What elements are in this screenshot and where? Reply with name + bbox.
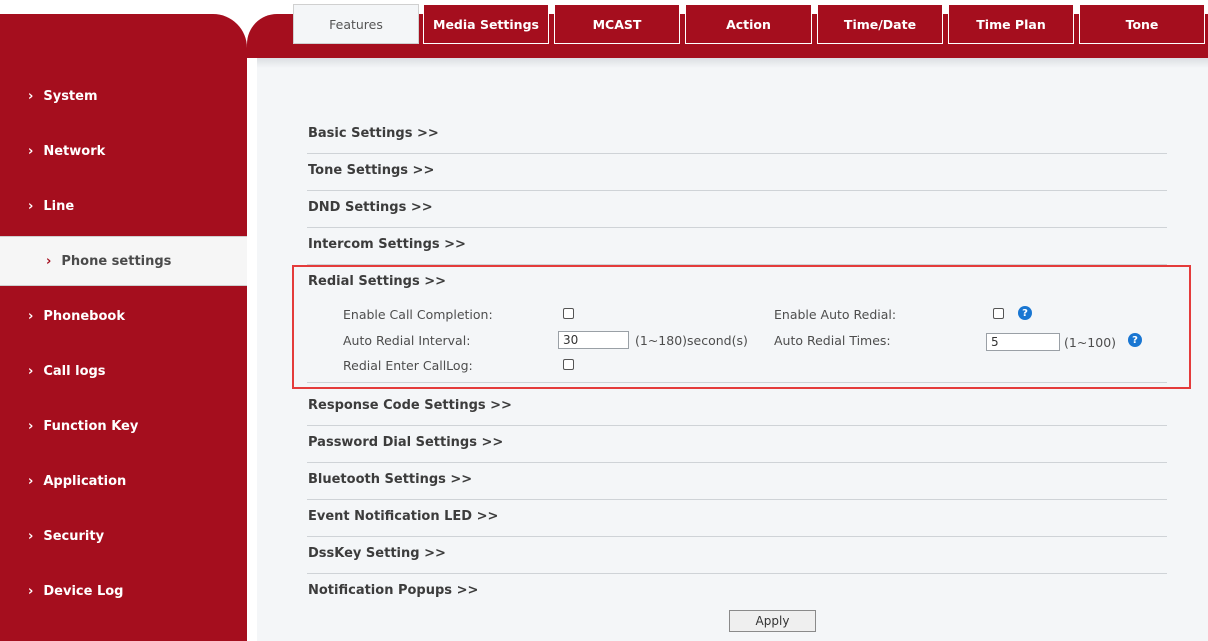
tab-label: Features bbox=[329, 16, 383, 32]
auto-redial-times-input[interactable] bbox=[986, 333, 1060, 351]
dsskey-setting-link[interactable]: DssKey Setting >> bbox=[308, 546, 446, 561]
auto-redial-times-hint: (1~100) bbox=[1064, 335, 1117, 350]
sidebar-item-label: Call logs bbox=[43, 363, 106, 379]
sidebar-item-label: Phone settings bbox=[61, 253, 172, 269]
section-event-notification-led: Event Notification LED >> bbox=[307, 501, 1167, 537]
chevron-right-icon: › bbox=[28, 308, 34, 324]
tab-media-settings[interactable]: Media Settings bbox=[423, 4, 549, 44]
sidebar: › System › Network › Line › Phone settin… bbox=[0, 14, 247, 641]
section-bluetooth-settings: Bluetooth Settings >> bbox=[307, 464, 1167, 500]
tab-label: Time/Date bbox=[843, 16, 917, 32]
tab-mcast[interactable]: MCAST bbox=[554, 4, 680, 44]
section-dsskey-setting: DssKey Setting >> bbox=[307, 538, 1167, 574]
enable-auto-redial-checkbox[interactable] bbox=[993, 308, 1004, 319]
chevron-right-icon: › bbox=[28, 143, 34, 159]
sidebar-item-label: Application bbox=[43, 473, 127, 489]
sidebar-item-label: Line bbox=[43, 198, 75, 214]
section-notification-popups: Notification Popups >> bbox=[307, 575, 1167, 611]
auto-redial-interval-hint: (1~180)second(s) bbox=[635, 333, 748, 348]
tab-label: Time Plan bbox=[976, 16, 1046, 32]
section-dnd-settings: DND Settings >> bbox=[307, 192, 1167, 228]
password-dial-settings-link[interactable]: Password Dial Settings >> bbox=[308, 435, 503, 450]
sidebar-item-label: Device Log bbox=[43, 583, 124, 599]
tab-label: Action bbox=[726, 16, 771, 32]
help-icon[interactable]: ? bbox=[1018, 306, 1032, 320]
chevron-right-icon: › bbox=[28, 418, 34, 434]
chevron-right-icon: › bbox=[46, 253, 52, 269]
chevron-right-icon: › bbox=[28, 473, 34, 489]
enable-call-completion-checkbox[interactable] bbox=[563, 308, 574, 319]
sidebar-item-label: System bbox=[43, 88, 98, 104]
section-intercom-settings: Intercom Settings >> bbox=[307, 229, 1167, 265]
dnd-settings-link[interactable]: DND Settings >> bbox=[308, 200, 433, 215]
redial-enter-calllog-checkbox[interactable] bbox=[563, 359, 574, 370]
basic-settings-link[interactable]: Basic Settings >> bbox=[308, 126, 439, 141]
chevron-right-icon: › bbox=[28, 528, 34, 544]
bluetooth-settings-link[interactable]: Bluetooth Settings >> bbox=[308, 472, 472, 487]
sidebar-item-phonebook[interactable]: › Phonebook bbox=[0, 296, 247, 336]
enable-call-completion-label: Enable Call Completion: bbox=[343, 307, 493, 322]
sidebar-item-function-key[interactable]: › Function Key bbox=[0, 406, 247, 446]
chevron-right-icon: › bbox=[28, 198, 34, 214]
apply-button[interactable]: Apply bbox=[729, 610, 816, 632]
sidebar-item-label: Security bbox=[43, 528, 105, 544]
tab-label: MCAST bbox=[592, 16, 642, 32]
section-response-code-settings: Response Code Settings >> bbox=[307, 390, 1167, 426]
help-icon[interactable]: ? bbox=[1128, 333, 1142, 347]
intercom-settings-link[interactable]: Intercom Settings >> bbox=[308, 237, 466, 252]
sidebar-item-device-log[interactable]: › Device Log bbox=[0, 571, 247, 611]
tab-label: Media Settings bbox=[433, 16, 539, 32]
sidebar-item-network[interactable]: › Network bbox=[0, 131, 247, 171]
auto-redial-interval-label: Auto Redial Interval: bbox=[343, 333, 471, 348]
auto-redial-times-label: Auto Redial Times: bbox=[774, 333, 891, 348]
sidebar-item-system[interactable]: › System bbox=[0, 76, 247, 116]
event-notification-led-link[interactable]: Event Notification LED >> bbox=[308, 509, 498, 524]
notification-popups-link[interactable]: Notification Popups >> bbox=[308, 583, 478, 598]
sidebar-item-label: Phonebook bbox=[43, 308, 125, 324]
section-password-dial-settings: Password Dial Settings >> bbox=[307, 427, 1167, 463]
response-code-settings-link[interactable]: Response Code Settings >> bbox=[308, 398, 512, 413]
sidebar-item-application[interactable]: › Application bbox=[0, 461, 247, 501]
sidebar-item-security[interactable]: › Security bbox=[0, 516, 247, 556]
content-top-shadow bbox=[257, 58, 1208, 68]
chevron-right-icon: › bbox=[28, 88, 34, 104]
tab-label: Tone bbox=[1125, 16, 1159, 32]
chevron-right-icon: › bbox=[28, 583, 34, 599]
chevron-right-icon: › bbox=[28, 363, 34, 379]
tab-action[interactable]: Action bbox=[685, 4, 812, 44]
section-tone-settings: Tone Settings >> bbox=[307, 155, 1167, 191]
sidebar-item-line[interactable]: › Line bbox=[0, 186, 247, 226]
sidebar-item-call-logs[interactable]: › Call logs bbox=[0, 351, 247, 391]
tab-time-date[interactable]: Time/Date bbox=[817, 4, 943, 44]
tone-settings-link[interactable]: Tone Settings >> bbox=[308, 163, 434, 178]
tab-time-plan[interactable]: Time Plan bbox=[948, 4, 1074, 44]
enable-auto-redial-label: Enable Auto Redial: bbox=[774, 307, 897, 322]
section-basic-settings: Basic Settings >> bbox=[307, 118, 1167, 154]
redial-enter-calllog-label: Redial Enter CallLog: bbox=[343, 358, 473, 373]
sidebar-item-label: Function Key bbox=[43, 418, 139, 434]
sidebar-item-label: Network bbox=[43, 143, 106, 159]
tab-tone[interactable]: Tone bbox=[1079, 4, 1205, 44]
auto-redial-interval-input[interactable] bbox=[558, 331, 629, 349]
tab-features[interactable]: Features bbox=[293, 4, 419, 44]
sidebar-item-phone-settings[interactable]: › Phone settings bbox=[0, 236, 247, 286]
